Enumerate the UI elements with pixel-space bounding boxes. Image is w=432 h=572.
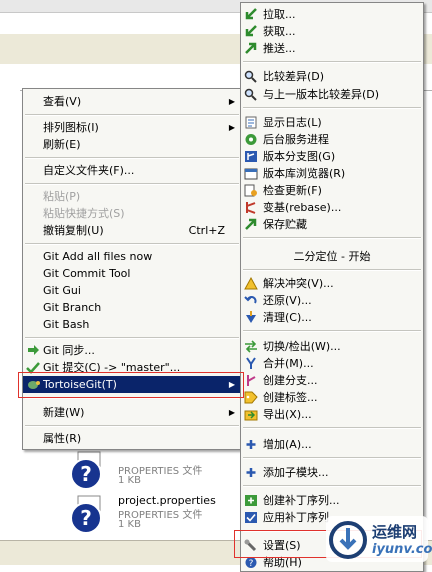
file-size: 1 KB: [118, 475, 141, 486]
menu-separator: [243, 330, 421, 332]
menu-item-paste[interactable]: 粘贴(P): [23, 188, 241, 205]
revert-icon: [244, 296, 257, 304]
menu-separator: [243, 269, 421, 271]
menu-item-create-tag[interactable]: 创建标签...: [241, 389, 423, 406]
merge-icon: [246, 357, 256, 369]
menu-item-properties[interactable]: 属性(R): [23, 430, 241, 447]
menu-separator: [25, 183, 239, 185]
menu-item-create-patch[interactable]: 创建补丁序列...: [241, 492, 423, 509]
task-pane: [0, 90, 20, 540]
file-size: 1 KB: [118, 519, 141, 530]
menu-item-arrange-icons[interactable]: 排列图标(I) ▶: [23, 119, 241, 136]
daemon-icon: [245, 134, 257, 145]
menu-separator: [25, 337, 239, 339]
menu-item-git-sync[interactable]: Git 同步...: [23, 342, 241, 359]
tag-icon: [244, 391, 258, 404]
menu-item-revert[interactable]: 还原(V)...: [241, 292, 423, 309]
pull-icon: [245, 8, 257, 20]
menu-item-git-add-all[interactable]: Git Add all files now: [23, 248, 241, 265]
menu-item-diff[interactable]: 比较差异(D): [241, 68, 423, 85]
diff-previous-icon: [244, 88, 257, 101]
submenu-arrow-icon: ▶: [228, 97, 235, 106]
menu-item-undo-copy[interactable]: 撤销复制(U) Ctrl+Z: [23, 222, 241, 239]
unknown-file-icon: ?: [70, 451, 102, 490]
menu-item-stash-save[interactable]: 保存贮藏: [241, 216, 423, 233]
fetch-icon: [245, 25, 257, 37]
menu-separator: [25, 425, 239, 427]
check-modifications-icon: [244, 184, 257, 197]
menu-item-pull[interactable]: 拉取...: [241, 6, 423, 23]
menu-item-add-submodule[interactable]: 添加子模块...: [241, 464, 423, 481]
menu-separator: [25, 243, 239, 245]
menu-separator: [243, 457, 421, 459]
menu-item-paste-shortcut[interactable]: 粘贴快捷方式(S): [23, 205, 241, 222]
menu-item-customize-folder[interactable]: 自定义文件夹(F)...: [23, 162, 241, 179]
submenu-arrow-icon: ▶: [228, 123, 235, 132]
menu-item-add[interactable]: 增加(A)...: [241, 436, 423, 453]
menu-item-git-gui[interactable]: Git Gui: [23, 282, 241, 299]
menu-separator: [243, 485, 421, 487]
git-sync-icon: [28, 345, 39, 355]
watermark-text-cn: 运维网: [372, 523, 418, 541]
menu-item-merge[interactable]: 合并(M)...: [241, 355, 423, 372]
watermark: 运维网 iyunv.com: [326, 516, 432, 562]
create-patch-icon: [245, 495, 257, 506]
menu-item-cleanup[interactable]: 清理(C)...: [241, 309, 423, 326]
menu-item-revision-graph[interactable]: 版本分支图(G): [241, 148, 423, 165]
menu-item-view[interactable]: 查看(V) ▶: [23, 93, 241, 110]
cleanup-icon: [246, 311, 256, 323]
push-icon: [245, 42, 257, 54]
menu-item-git-commit-tool[interactable]: Git Commit Tool: [23, 265, 241, 282]
resolve-icon: [244, 277, 258, 290]
revision-graph-icon: [245, 151, 257, 162]
switch-icon: [245, 340, 257, 353]
menu-separator: [243, 61, 421, 63]
log-icon: [245, 116, 257, 129]
menu-item-create-branch[interactable]: 创建分支...: [241, 372, 423, 389]
menu-item-check-modifications[interactable]: 检查更新(F): [241, 182, 423, 199]
stash-icon: [245, 218, 257, 230]
menu-item-refresh[interactable]: 刷新(E): [23, 136, 241, 153]
menu-separator: [243, 427, 421, 429]
menu-item-git-bash[interactable]: Git Bash: [23, 316, 241, 333]
svg-text:?: ?: [80, 506, 92, 530]
menu-separator: [243, 237, 421, 239]
branch-icon: [247, 375, 256, 386]
submenu-arrow-icon: ▶: [228, 408, 235, 417]
diff-icon: [244, 70, 257, 83]
menu-item-diff-previous[interactable]: 与上一版本比较差异(D): [241, 86, 423, 103]
tortoisegit-submenu: 拉取... 获取... 推送... 比较差异(D) 与上一版本比较差异(D) 显…: [240, 2, 424, 572]
menu-item-bisect-start[interactable]: 二分定位 - 开始: [241, 248, 423, 265]
svg-text:?: ?: [80, 462, 92, 486]
menu-item-export[interactable]: 导出(X)...: [241, 406, 423, 423]
menu-item-daemon[interactable]: 后台服务进程: [241, 131, 423, 148]
menu-separator: [25, 114, 239, 116]
menu-item-switch-checkout[interactable]: 切换/检出(W)...: [241, 338, 423, 355]
rebase-icon: [246, 202, 256, 214]
menu-item-show-log[interactable]: 显示日志(L): [241, 114, 423, 131]
watermark-text-en: iyunv.com: [372, 542, 432, 557]
export-icon: [244, 410, 258, 421]
apply-patch-icon: [245, 512, 257, 523]
menu-item-git-branch[interactable]: Git Branch: [23, 299, 241, 316]
submodule-icon: [246, 468, 256, 477]
annotation-box-tortoisegit: [18, 372, 244, 398]
unknown-file-icon: ?: [70, 495, 102, 534]
add-icon: [246, 440, 256, 449]
menu-item-push[interactable]: 推送...: [241, 40, 423, 57]
menu-item-rebase[interactable]: 变基(rebase)...: [241, 199, 423, 216]
menu-separator: [243, 107, 421, 109]
menu-item-new[interactable]: 新建(W) ▶: [23, 404, 241, 421]
menu-item-fetch[interactable]: 获取...: [241, 23, 423, 40]
menu-item-repo-browser[interactable]: 版本库浏览器(R): [241, 165, 423, 182]
menu-item-resolve[interactable]: 解决冲突(V)...: [241, 275, 423, 292]
repo-browser-icon: [244, 168, 258, 180]
svg-text:?: ?: [249, 559, 254, 569]
menu-separator: [25, 157, 239, 159]
watermark-logo-icon: [329, 521, 367, 559]
